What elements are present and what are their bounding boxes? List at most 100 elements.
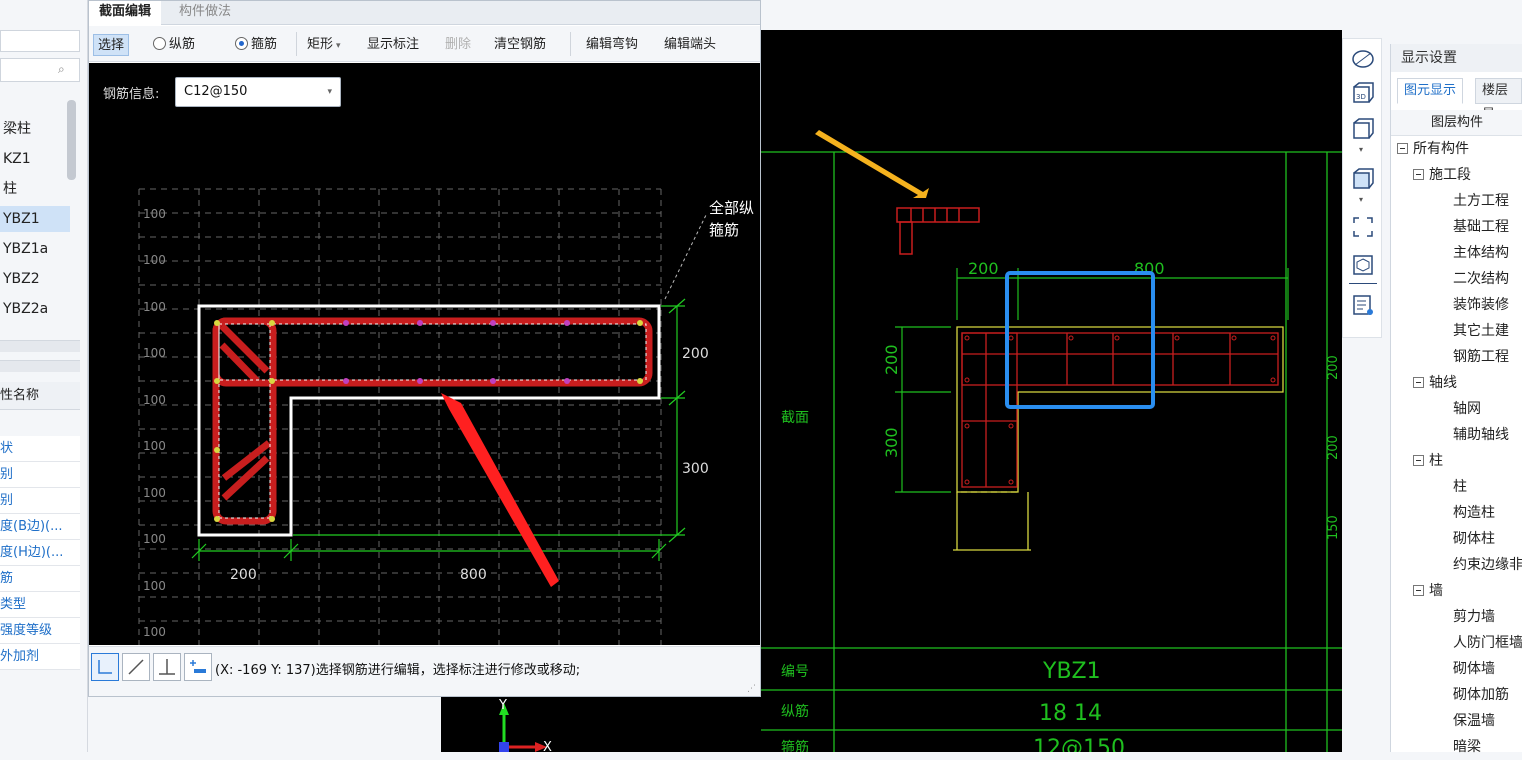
orthogonal-snap-icon[interactable]	[91, 653, 119, 681]
tree-item-label: 人防门框墙	[1453, 635, 1522, 651]
collapse-box-icon[interactable]	[1413, 169, 1424, 180]
tree-item[interactable]: 砌体墙	[1453, 656, 1495, 682]
tab-floor-display[interactable]: 楼层显	[1475, 78, 1522, 122]
offset-line-icon[interactable]	[184, 653, 212, 681]
collapse-box-icon[interactable]	[1413, 377, 1424, 388]
grid-label: 100	[143, 346, 166, 360]
rect-label: 矩形	[307, 37, 334, 52]
tree-item[interactable]: 砌体加筋	[1453, 682, 1509, 708]
main-cad-viewport[interactable]: 200 800 200 300 截面 编号 纵筋 箍筋 YBZ1 18 14 1…	[761, 30, 1342, 760]
tab-element-display[interactable]: 图元显示	[1397, 78, 1464, 104]
tree-item[interactable]: 墙	[1413, 578, 1443, 604]
tree-item-label: 剪力墙	[1453, 609, 1495, 625]
display-settings-icon[interactable]	[1351, 293, 1375, 317]
fullscreen-icon[interactable]	[1351, 215, 1375, 239]
property-row[interactable]: 别	[0, 462, 80, 488]
longitudinal-radio[interactable]: 纵筋	[153, 34, 195, 56]
list-item[interactable]: YBZ1a	[0, 236, 70, 262]
tree-item[interactable]: 土方工程	[1453, 188, 1509, 214]
free-line-icon[interactable]	[122, 653, 150, 681]
list-item[interactable]: YBZ2a	[0, 296, 70, 322]
property-row[interactable]: 状	[0, 436, 80, 462]
tree-item[interactable]: 施工段	[1413, 162, 1471, 188]
list-item[interactable]: 柱	[0, 176, 70, 202]
status-message: (X: -169 Y: 137)选择钢筋进行编辑，选择标注进行修改或移动;	[215, 663, 581, 678]
chevron-down-icon[interactable]: ▾	[1359, 195, 1363, 204]
resize-grip-icon[interactable]: ⋰	[747, 684, 756, 694]
list-item[interactable]: 梁柱	[0, 116, 70, 142]
tree-item[interactable]: 构造柱	[1453, 500, 1495, 526]
solid-view-icon[interactable]	[1351, 167, 1375, 191]
filter-input[interactable]	[0, 30, 80, 52]
tree-item[interactable]: 所有构件	[1397, 136, 1469, 162]
tree-item[interactable]: 二次结构	[1453, 266, 1509, 292]
collapse-box-icon[interactable]	[1413, 455, 1424, 466]
section-drawing: 100 100 100 100 100 100 100 100 100 100	[138, 188, 754, 645]
collapse-box-icon[interactable]	[1413, 585, 1424, 596]
component-cube-icon[interactable]	[1351, 253, 1375, 277]
search-input[interactable]	[0, 58, 80, 82]
tree-item[interactable]: 轴网	[1453, 396, 1481, 422]
dim-300-vertical: 300	[682, 461, 709, 477]
box-view-icon[interactable]	[1351, 117, 1375, 141]
edit-hook-button[interactable]: 编辑弯钩	[586, 34, 638, 56]
select-button[interactable]: 选择	[93, 34, 130, 56]
tree-item[interactable]: 柱	[1413, 448, 1443, 474]
steel-info-value: C12@150	[184, 84, 248, 99]
delete-button[interactable]: 删除	[445, 34, 471, 56]
longitudinal-bars[interactable]	[214, 320, 643, 522]
collapse-box-icon[interactable]	[1397, 143, 1408, 154]
tab-component-method[interactable]: 构件做法	[169, 1, 241, 25]
tree-item[interactable]: 人防门框墙	[1453, 630, 1522, 656]
table-label-longitudinal: 纵筋	[781, 703, 809, 720]
tree-item-label: 钢筋工程	[1453, 349, 1509, 365]
tree-item[interactable]: 柱	[1453, 474, 1467, 500]
chevron-down-icon[interactable]: ▾	[1359, 145, 1363, 154]
table-value-number: YBZ1	[1042, 659, 1101, 684]
display-settings-title: 显示设置	[1391, 44, 1522, 72]
perpendicular-icon[interactable]	[153, 653, 181, 681]
steel-info-select[interactable]: C12@150 ▾	[175, 77, 341, 107]
table-label-stirrup: 箍筋	[781, 739, 809, 752]
stirrups[interactable]	[212, 317, 653, 525]
tree-item[interactable]: 保温墙	[1453, 708, 1495, 734]
tree-item[interactable]: 轴线	[1413, 370, 1457, 396]
tree-item-label: 二次结构	[1453, 271, 1509, 287]
list-item[interactable]: YBZ2	[0, 266, 70, 292]
tree-item[interactable]: 钢筋工程	[1453, 344, 1509, 370]
tree-item[interactable]: 其它土建	[1453, 318, 1509, 344]
property-row[interactable]: 强度等级	[0, 618, 80, 644]
tree-item[interactable]: 砌体柱	[1453, 526, 1495, 552]
edit-end-button[interactable]: 编辑端头	[664, 34, 716, 56]
property-row[interactable]: 度(H边)(...	[0, 540, 80, 566]
property-row[interactable]: 度(B边)(...	[0, 514, 80, 540]
list-item[interactable]: YBZ1	[0, 206, 70, 232]
list-item[interactable]: KZ1	[0, 146, 70, 172]
red-arrow-annotation	[441, 393, 559, 587]
radio-off-icon	[153, 37, 166, 50]
search-icon[interactable]: ⌕	[58, 62, 65, 77]
tree-item[interactable]: 暗梁	[1453, 734, 1481, 760]
chevron-down-icon: ▾	[336, 41, 341, 51]
3d-view-icon[interactable]: 3D	[1351, 81, 1375, 105]
tree-item[interactable]: 辅助轴线	[1453, 422, 1509, 448]
tree-item[interactable]: 剪力墙	[1453, 604, 1495, 630]
property-row[interactable]: 外加剂	[0, 644, 80, 670]
section-drawing-canvas[interactable]: 100 100 100 100 100 100 100 100 100 100	[89, 63, 760, 645]
tree-item[interactable]: 约束边缘非	[1453, 552, 1522, 578]
tree-item[interactable]: 装饰装修	[1453, 292, 1509, 318]
show-dims-button[interactable]: 显示标注	[367, 34, 419, 56]
toolbar-divider	[296, 32, 297, 56]
tree-item[interactable]: 主体结构	[1453, 240, 1509, 266]
table-value-longitudinal: 18 14	[1039, 701, 1102, 726]
orbit-icon[interactable]	[1351, 47, 1375, 71]
tree-item[interactable]: 基础工程	[1453, 214, 1509, 240]
property-row[interactable]: 类型	[0, 592, 80, 618]
tab-section-edit[interactable]: 截面编辑	[89, 1, 162, 25]
property-row[interactable]: 别	[0, 488, 80, 514]
property-row[interactable]: 筋	[0, 566, 80, 592]
main-cad-drawing: 200 800 200 300 截面 编号 纵筋 箍筋 YBZ1 18 14 1…	[761, 130, 1342, 760]
clear-rebar-button[interactable]: 清空钢筋	[494, 34, 546, 56]
stirrup-radio[interactable]: 箍筋	[235, 34, 277, 56]
rect-dropdown[interactable]: 矩形 ▾	[307, 34, 341, 56]
